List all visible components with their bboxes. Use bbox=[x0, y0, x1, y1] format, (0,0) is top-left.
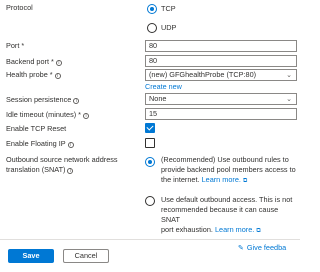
session-persistence-label: Session persistence i bbox=[6, 95, 80, 105]
idle-timeout-input[interactable]: 15 bbox=[145, 108, 297, 120]
create-new-link[interactable]: Create new bbox=[145, 82, 182, 91]
backend-port-label: Backend port * i bbox=[6, 57, 62, 67]
chevron-down-icon: ⌄ bbox=[286, 71, 292, 79]
protocol-label: Protocol bbox=[6, 3, 33, 12]
port-label-text: Port * bbox=[6, 41, 25, 50]
learn-more-link[interactable]: Learn more. bbox=[215, 225, 254, 234]
snat-default-text[interactable]: Use default outbound access. This is not… bbox=[161, 195, 297, 236]
snat-default-radio[interactable] bbox=[145, 196, 155, 206]
health-probe-label-text: Health probe * bbox=[6, 70, 53, 79]
feedback-icon: ✎ bbox=[238, 244, 244, 252]
checkmark-icon bbox=[146, 123, 154, 131]
session-persistence-label-text: Session persistence bbox=[6, 95, 72, 104]
protocol-udp-label[interactable]: UDP bbox=[161, 23, 176, 33]
snat-recommended-text[interactable]: (Recommended) Use outbound rules to prov… bbox=[161, 155, 297, 186]
snat-default-line2: recommended because it can cause SNAT bbox=[161, 205, 279, 224]
info-icon[interactable]: i bbox=[67, 141, 74, 148]
give-feedback-link[interactable]: ✎ Give feedba bbox=[238, 243, 286, 253]
snat-recommended-line1: (Recommended) Use outbound rules to bbox=[161, 155, 289, 164]
backend-port-input[interactable]: 80 bbox=[145, 55, 297, 67]
snat-recommended-line2: provide backend pool members access to bbox=[161, 165, 296, 174]
snat-label-line1: Outbound source network address bbox=[6, 155, 118, 164]
cancel-button[interactable]: Cancel bbox=[63, 249, 109, 263]
protocol-tcp-label[interactable]: TCP bbox=[161, 4, 176, 14]
save-button[interactable]: Save bbox=[8, 249, 54, 263]
health-probe-select[interactable]: (new) GFGhealthProbe (TCP:80) ⌄ bbox=[145, 69, 297, 81]
session-persistence-select[interactable]: None ⌄ bbox=[145, 93, 297, 105]
floating-ip-checkbox[interactable] bbox=[145, 138, 155, 148]
idle-timeout-label-text: Idle timeout (minutes) * bbox=[6, 110, 82, 119]
snat-label-line2: translation (SNAT) i bbox=[6, 165, 74, 175]
protocol-tcp-radio[interactable] bbox=[147, 4, 157, 14]
idle-timeout-label: Idle timeout (minutes) * i bbox=[6, 110, 90, 120]
footer-divider bbox=[0, 239, 300, 240]
external-link-icon[interactable]: ⧉ bbox=[256, 227, 260, 234]
snat-default-line3-text: port exhaustion. bbox=[161, 225, 213, 234]
snat-recommended-radio[interactable] bbox=[145, 157, 155, 167]
info-icon[interactable]: i bbox=[55, 59, 62, 66]
snat-default-line3: port exhaustion. Learn more. ⧉ bbox=[161, 225, 297, 236]
floating-ip-label-text: Enable Floating IP bbox=[6, 139, 66, 148]
session-persistence-value: None bbox=[149, 94, 167, 103]
snat-recommended-line3-text: the internet. bbox=[161, 175, 200, 184]
info-icon[interactable]: i bbox=[54, 72, 61, 79]
snat-recommended-line3: the internet. Learn more. ⧉ bbox=[161, 175, 297, 186]
give-feedback-label: Give feedba bbox=[246, 243, 287, 252]
protocol-udp-radio[interactable] bbox=[147, 23, 157, 33]
chevron-down-icon: ⌄ bbox=[286, 95, 292, 103]
info-icon[interactable]: i bbox=[83, 112, 90, 119]
info-icon[interactable]: i bbox=[67, 167, 74, 174]
tcp-reset-label: Enable TCP Reset bbox=[6, 124, 67, 133]
backend-port-label-text: Backend port * bbox=[6, 57, 54, 66]
floating-ip-label: Enable Floating IP i bbox=[6, 139, 74, 149]
tcp-reset-checkbox[interactable] bbox=[145, 123, 155, 133]
health-probe-value: (new) GFGhealthProbe (TCP:80) bbox=[149, 70, 257, 79]
external-link-icon[interactable]: ⧉ bbox=[243, 177, 247, 184]
snat-label-line2-text: translation (SNAT) bbox=[6, 165, 66, 174]
info-icon[interactable]: i bbox=[73, 97, 80, 104]
port-input[interactable]: 80 bbox=[145, 40, 297, 52]
health-probe-label: Health probe * i bbox=[6, 70, 61, 80]
port-label: Port * bbox=[6, 41, 24, 51]
snat-default-line1: Use default outbound access. This is not bbox=[161, 195, 293, 204]
learn-more-link[interactable]: Learn more. bbox=[202, 175, 241, 184]
